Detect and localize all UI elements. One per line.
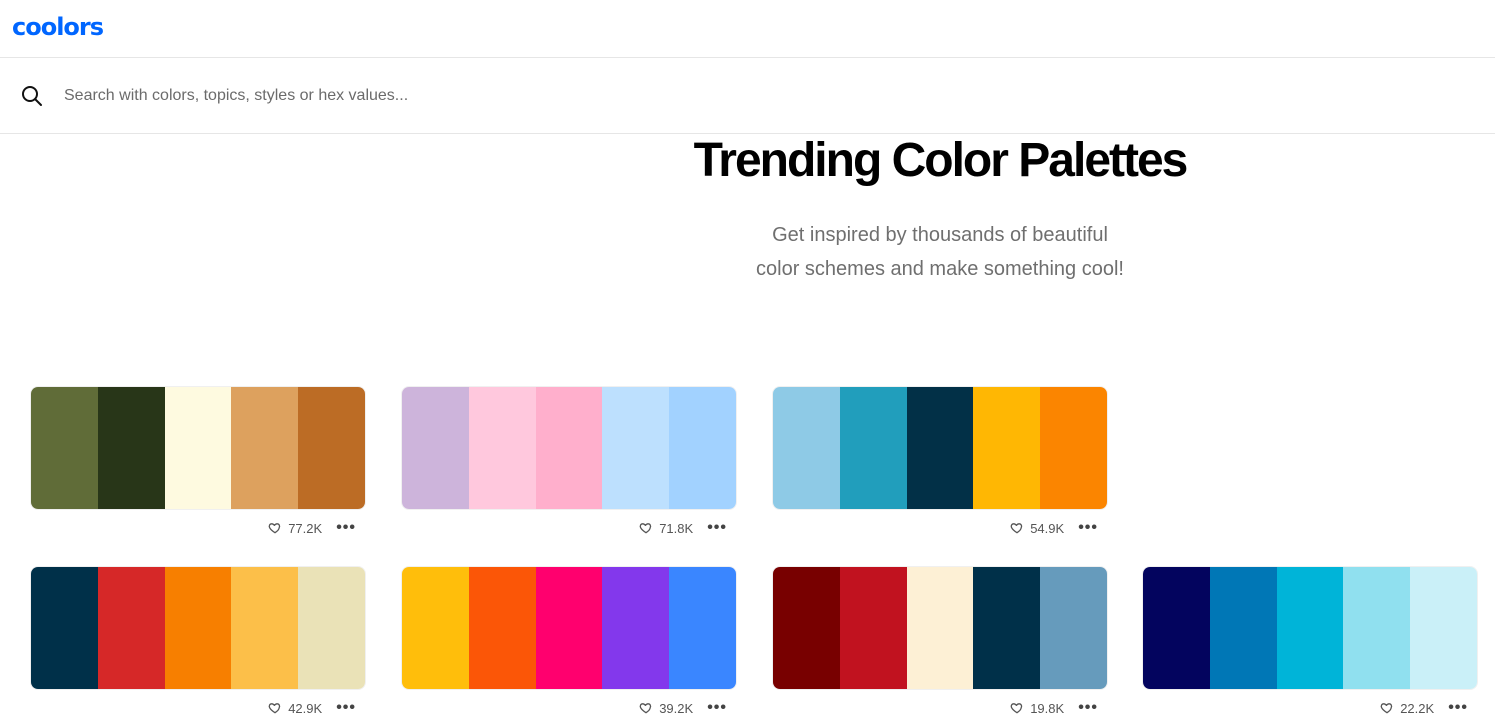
color-swatch[interactable]: [31, 387, 98, 509]
color-swatch[interactable]: [97, 567, 165, 689]
color-swatch[interactable]: [1209, 567, 1277, 689]
color-swatch[interactable]: [1040, 567, 1107, 689]
likes-count: 19.8K: [1030, 700, 1065, 716]
color-swatch[interactable]: [231, 387, 299, 509]
color-swatch[interactable]: [402, 387, 469, 509]
more-options-icon[interactable]: •••: [1078, 520, 1098, 536]
color-swatch[interactable]: [31, 567, 98, 689]
more-options-icon[interactable]: •••: [707, 700, 727, 716]
color-swatch[interactable]: [1343, 567, 1411, 689]
color-swatch[interactable]: [602, 387, 670, 509]
palette-meta: 42.9K •••: [30, 699, 366, 717]
page-subtitle: Get inspired by thousands of beautiful c…: [640, 218, 1240, 286]
palette-meta: 71.8K •••: [401, 519, 737, 537]
color-swatch[interactable]: [231, 567, 299, 689]
heart-icon[interactable]: [268, 701, 282, 715]
color-swatch[interactable]: [1276, 567, 1344, 689]
heart-icon[interactable]: [1380, 701, 1394, 715]
color-swatch[interactable]: [298, 567, 365, 689]
color-swatch[interactable]: [164, 387, 232, 509]
palette-card[interactable]: [772, 566, 1108, 690]
palette-meta: 77.2K •••: [30, 519, 366, 537]
more-options-icon[interactable]: •••: [707, 520, 727, 536]
search-icon[interactable]: [20, 84, 44, 108]
likes-count: 71.8K: [659, 520, 694, 536]
color-swatch[interactable]: [1143, 567, 1210, 689]
palette-card[interactable]: [1142, 566, 1478, 690]
palette-card[interactable]: [772, 386, 1108, 510]
color-swatch[interactable]: [402, 567, 469, 689]
subtitle-line-1: Get inspired by thousands of beautiful: [772, 224, 1108, 246]
color-swatch[interactable]: [298, 387, 365, 509]
likes-count: 54.9K: [1030, 520, 1065, 536]
color-swatch[interactable]: [535, 567, 603, 689]
color-swatch[interactable]: [602, 567, 670, 689]
color-swatch[interactable]: [1040, 387, 1107, 509]
top-navbar: coolors: [0, 0, 1495, 58]
likes-count: 39.2K: [659, 700, 694, 716]
palette-card[interactable]: [30, 566, 366, 690]
heart-icon[interactable]: [1010, 521, 1024, 535]
palette-meta: 22.2K •••: [1142, 699, 1478, 717]
more-options-icon[interactable]: •••: [1448, 700, 1468, 716]
palette-card[interactable]: [30, 386, 366, 510]
color-swatch[interactable]: [906, 567, 974, 689]
color-swatch[interactable]: [839, 387, 907, 509]
likes-count: 22.2K: [1400, 700, 1435, 716]
likes-count: 77.2K: [288, 520, 323, 536]
more-options-icon[interactable]: •••: [336, 520, 356, 536]
coolors-logo[interactable]: coolors: [12, 12, 104, 42]
color-swatch[interactable]: [164, 567, 232, 689]
color-swatch[interactable]: [973, 387, 1041, 509]
page-title: Trending Color Palettes: [693, 134, 1189, 187]
color-swatch[interactable]: [468, 387, 536, 509]
likes-count: 42.9K: [288, 700, 323, 716]
search-bar: [0, 58, 1495, 134]
color-swatch[interactable]: [906, 387, 974, 509]
palette-meta: 39.2K •••: [401, 699, 737, 717]
color-swatch[interactable]: [97, 387, 165, 509]
palette-card[interactable]: [401, 566, 737, 690]
color-swatch[interactable]: [669, 387, 736, 509]
heart-icon[interactable]: [268, 521, 282, 535]
color-swatch[interactable]: [468, 567, 536, 689]
more-options-icon[interactable]: •••: [1078, 700, 1098, 716]
color-swatch[interactable]: [535, 387, 603, 509]
palette-meta: 54.9K •••: [772, 519, 1108, 537]
search-input[interactable]: [64, 82, 964, 110]
subtitle-line-2: color schemes and make something cool!: [756, 258, 1124, 280]
color-swatch[interactable]: [773, 567, 840, 689]
more-options-icon[interactable]: •••: [336, 700, 356, 716]
color-swatch[interactable]: [1410, 567, 1477, 689]
heart-icon[interactable]: [639, 701, 653, 715]
palette-meta: 19.8K •••: [772, 699, 1108, 717]
heart-icon[interactable]: [1010, 701, 1024, 715]
color-swatch[interactable]: [773, 387, 840, 509]
palette-card[interactable]: [401, 386, 737, 510]
color-swatch[interactable]: [839, 567, 907, 689]
color-swatch[interactable]: [973, 567, 1041, 689]
color-swatch[interactable]: [669, 567, 736, 689]
heart-icon[interactable]: [639, 521, 653, 535]
